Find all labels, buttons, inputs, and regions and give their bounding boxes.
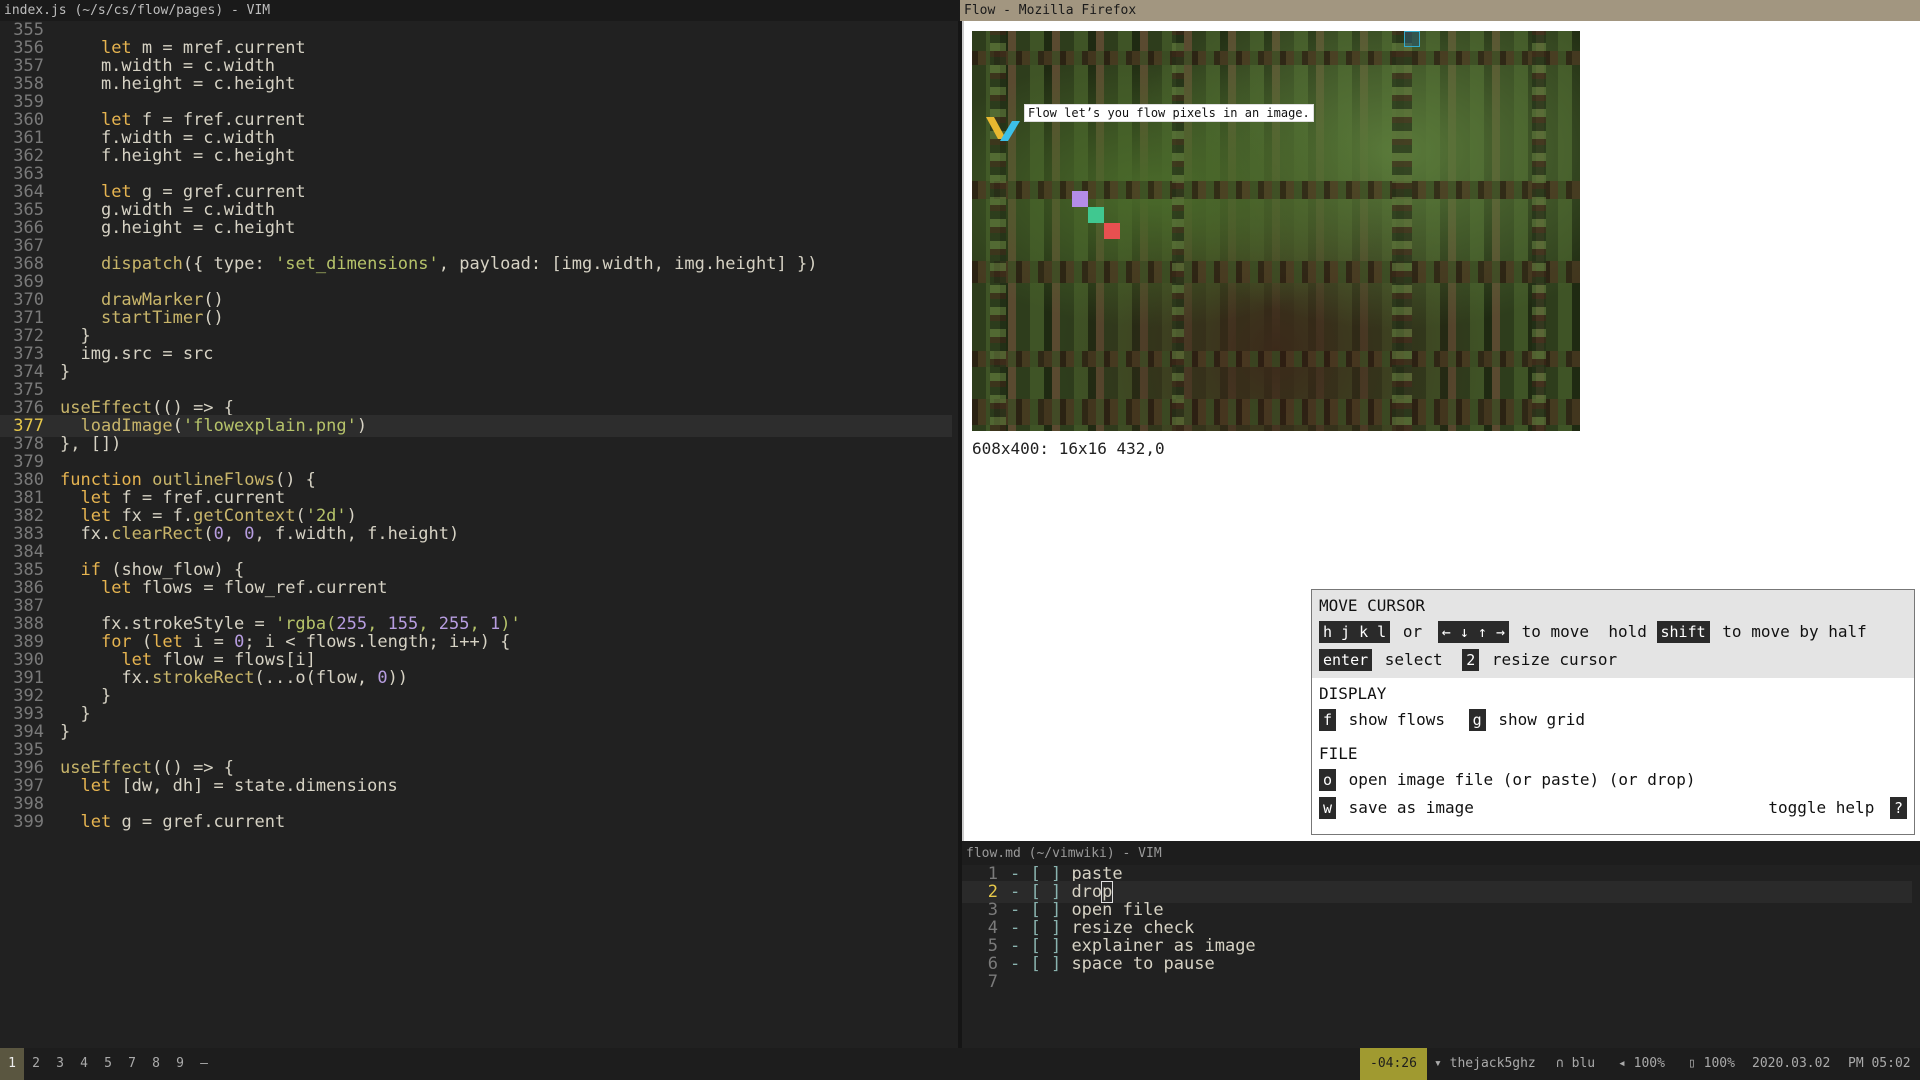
todo-item[interactable]: 7 (962, 971, 1912, 993)
canvas-status-text: 608x400: 16x16 432,0 (972, 439, 1165, 458)
help-open: open image file (or paste) (or drop) (1348, 770, 1696, 789)
flow-logo-icon (986, 117, 1020, 141)
key-o: o (1319, 769, 1337, 791)
code-editor-pane[interactable]: 355 356 let m = mref.current 357 m.width =… (0, 20, 960, 1048)
workspace-button[interactable]: 2 (24, 1048, 48, 1080)
line-number: 399 (13, 812, 44, 832)
help-save: save as image (1348, 798, 1474, 817)
help-heading-file: FILE (1319, 744, 1358, 763)
help-or: or (1402, 622, 1423, 641)
wifi-icon: ▾ (1434, 1056, 1442, 1071)
code-text: let g = gref.current (80, 812, 286, 832)
flow-canvas[interactable]: Flow let’s you flow pixels in an image. (972, 31, 1580, 431)
workspace-button[interactable]: 1 (0, 1048, 24, 1080)
time-text: PM 05:02 (1848, 1056, 1911, 1071)
speaker-icon: ◂ (1618, 1056, 1626, 1071)
battery-icon: ▯ (1688, 1056, 1696, 1071)
todo-editor-pane[interactable]: 1- [ ] paste 2- [ ] drop 3- [ ] open file 4… (962, 864, 1920, 1048)
key-w: w (1319, 797, 1337, 819)
toggle-help-button[interactable]: toggle help ? (1768, 794, 1907, 822)
help-heading-display: DISPLAY (1319, 684, 1387, 703)
line-number: 7 (987, 972, 998, 992)
red-marker (1104, 223, 1120, 239)
vim-left-title: index.js (~/s/cs/flow/pages) - VIM (0, 0, 960, 21)
code-line[interactable]: 399 let g = gref.current (0, 811, 952, 833)
key-shift: shift (1656, 621, 1710, 643)
help-section-file: FILE o open image file (or paste) (or dr… (1312, 738, 1914, 826)
help-show-flows: show flows (1348, 710, 1445, 729)
audio-device: blu (1571, 1056, 1596, 1071)
grid-cursor (1404, 31, 1420, 47)
workspace-button[interactable]: 3 (48, 1048, 72, 1080)
audio-status: ∩ blu (1556, 1048, 1595, 1080)
workspace-button[interactable]: 4 (72, 1048, 96, 1080)
help-to-move: to move hold (1521, 622, 1647, 641)
key-arrows: ← ↓ ↑ → (1437, 621, 1509, 643)
key-g: g (1468, 709, 1486, 731)
help-panel: MOVE CURSOR h j k l or ← ↓ ↑ → to move h… (1311, 589, 1915, 835)
flow-web-page[interactable]: Flow let’s you flow pixels in an image. … (962, 21, 1920, 841)
date-text: 2020.03.02 (1752, 1056, 1831, 1071)
headphones-icon: ∩ (1556, 1056, 1564, 1071)
workspace-button[interactable]: 8 (144, 1048, 168, 1080)
key-enter: enter (1319, 649, 1373, 671)
workspace-button[interactable]: – (192, 1048, 216, 1080)
help-to-move-half: to move by half (1722, 622, 1867, 641)
green-marker (1088, 207, 1104, 223)
battery-value: 100% (1703, 1056, 1735, 1071)
wifi-name: thejack5ghz (1449, 1056, 1536, 1071)
key-hjkl: h j k l (1319, 621, 1391, 643)
canvas-caption: Flow let’s you flow pixels in an image. (1024, 104, 1314, 122)
firefox-window-title: Flow - Mozilla Firefox (960, 0, 1920, 21)
help-toggle-label: toggle help (1768, 798, 1875, 817)
help-show-grid: show grid (1498, 710, 1586, 729)
help-section-display: DISPLAY f show flows g show grid (1312, 678, 1914, 738)
key-f: f (1319, 709, 1337, 731)
vim-right-title: flow.md (~/vimwiki) - VIM (962, 843, 1920, 864)
workspace-button[interactable]: 9 (168, 1048, 192, 1080)
battery-status: ▯ 100% (1688, 1048, 1735, 1080)
purple-marker (1072, 191, 1088, 207)
help-section-move-cursor: MOVE CURSOR h j k l or ← ↓ ↑ → to move h… (1312, 590, 1914, 678)
key-question: ? (1889, 797, 1907, 819)
help-heading-move-cursor: MOVE CURSOR (1319, 596, 1425, 615)
timer-badge: -04:26 (1360, 1048, 1427, 1080)
volume-value: 100% (1633, 1056, 1665, 1071)
help-select: select (1384, 650, 1443, 669)
system-statusbar: 1 2 3 4 5 7 8 9– -04:26 ▾ thejack5ghz ∩ blu ◂ 1… (0, 1048, 1920, 1080)
volume-status: ◂ 100% (1618, 1048, 1665, 1080)
workspace-button[interactable]: 7 (120, 1048, 144, 1080)
workspace-button[interactable]: 5 (96, 1048, 120, 1080)
key-2: 2 (1462, 649, 1480, 671)
help-resize-cursor: resize cursor (1491, 650, 1618, 669)
wifi-status: ▾ thejack5ghz (1434, 1048, 1536, 1080)
